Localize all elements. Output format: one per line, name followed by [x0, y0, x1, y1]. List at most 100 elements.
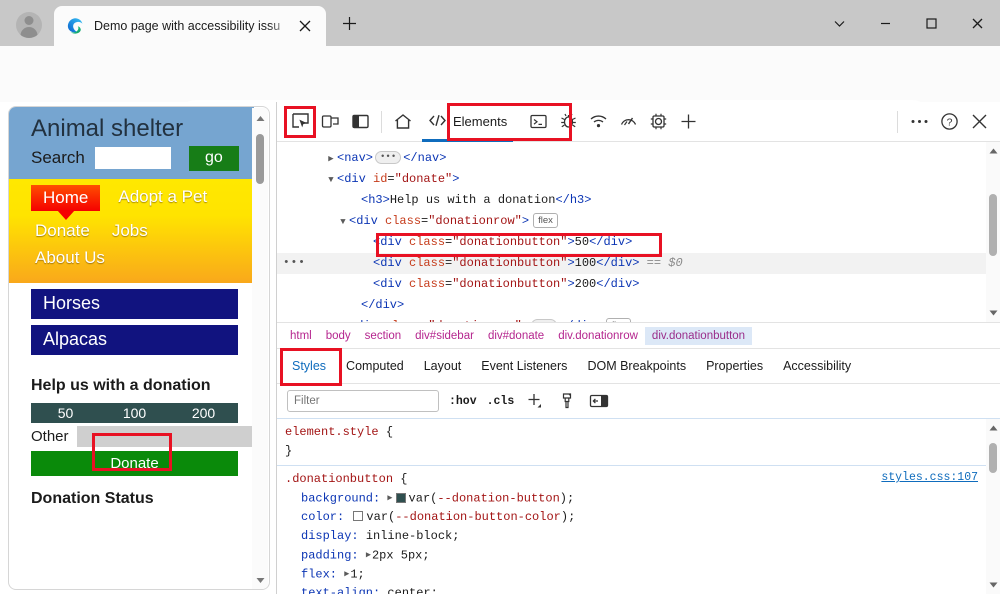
nav-link-adopt-a-pet[interactable]: Adopt a Pet	[114, 185, 211, 209]
breadcrumb-item-html[interactable]: html	[283, 327, 319, 345]
css-declaration[interactable]: display: inline-block;	[285, 527, 1000, 546]
console-panel-button[interactable]	[523, 107, 553, 137]
css-property-name[interactable]: display:	[301, 529, 366, 543]
tab-actions-menu-button[interactable]	[816, 0, 862, 46]
dom-tree-scrollbar[interactable]	[986, 142, 1000, 322]
css-property-value[interactable]: center;	[387, 586, 437, 594]
page-scrollbar[interactable]	[252, 108, 268, 589]
device-emulation-button[interactable]	[315, 107, 345, 137]
sidebar-tab-event-listeners[interactable]: Event Listeners	[472, 354, 576, 378]
rule-selector[interactable]: .donationbutton	[285, 472, 393, 486]
sidebar-tab-computed[interactable]: Computed	[337, 354, 413, 378]
scroll-up-arrow-icon[interactable]	[986, 421, 1000, 435]
expand-ellipsis-badge[interactable]: •••	[531, 319, 558, 322]
tab-elements[interactable]: Elements	[418, 106, 517, 142]
dom-node-row[interactable]: ▼ <div id="donate">	[277, 169, 1000, 190]
breadcrumb-item-div-donationrow[interactable]: div.donationrow	[551, 327, 645, 345]
devtools-more-button[interactable]	[904, 107, 934, 137]
scrollbar-thumb[interactable]	[256, 134, 264, 184]
styles-scrollbar[interactable]	[986, 419, 1000, 594]
dom-node-row[interactable]: ▼ <div class="donationrow"> flex	[277, 211, 1000, 232]
rule-selector-line[interactable]: element.style {	[285, 423, 1000, 442]
nav-link-home[interactable]: Home	[31, 184, 101, 211]
search-input[interactable]	[94, 147, 171, 170]
more-tools-button[interactable]	[673, 107, 703, 137]
sidebar-tab-dom-breakpoints[interactable]: DOM Breakpoints	[578, 354, 695, 378]
css-declaration[interactable]: flex: ▶1;	[285, 565, 1000, 584]
nav-link-jobs[interactable]: Jobs	[108, 219, 152, 243]
stylesheet-source-link[interactable]: styles.css:107	[881, 471, 978, 484]
devtools-help-button[interactable]: ?	[934, 107, 964, 137]
welcome-home-button[interactable]	[388, 107, 418, 137]
css-property-value[interactable]: 1;	[350, 568, 364, 582]
devtools-close-button[interactable]	[964, 107, 994, 137]
maximize-button[interactable]	[908, 0, 954, 46]
css-declaration[interactable]: color: var(--donation-button-color);	[285, 508, 1000, 527]
performance-panel-button[interactable]	[613, 107, 643, 137]
donate-submit-button[interactable]: Donate	[31, 450, 238, 476]
sidebar-tab-styles[interactable]: Styles	[283, 354, 335, 378]
category-alpacas[interactable]: Alpacas	[31, 324, 238, 355]
dom-node-row[interactable]: ••• <div class="donationbutton">100</div>…	[277, 253, 1000, 274]
network-panel-button[interactable]	[583, 107, 613, 137]
css-property-value[interactable]: inline-block;	[366, 529, 460, 543]
close-icon[interactable]	[292, 13, 318, 39]
dom-node-row[interactable]: ▶ <nav> ••• </nav>	[277, 148, 1000, 169]
breadcrumb-item-section[interactable]: section	[358, 327, 408, 345]
sidebar-tab-layout[interactable]: Layout	[415, 354, 471, 378]
sources-panel-button[interactable]	[553, 107, 583, 137]
scroll-down-arrow-icon[interactable]	[986, 578, 1000, 592]
sidebar-tab-accessibility[interactable]: Accessibility	[774, 354, 860, 378]
css-property-value[interactable]: 2px 5px;	[372, 549, 430, 563]
dom-node-row[interactable]: ▶<div class="donationrow">•••</div>flex	[277, 316, 1000, 322]
donation-button-200[interactable]: 200	[169, 402, 238, 423]
profile-button[interactable]	[6, 4, 52, 46]
css-property-name[interactable]: padding:	[301, 549, 366, 563]
scroll-up-arrow-icon[interactable]	[252, 110, 268, 126]
browser-tab[interactable]: Demo page with accessibility issu	[54, 6, 326, 46]
go-button[interactable]: go	[188, 145, 239, 171]
copy-styles-button[interactable]	[556, 390, 578, 412]
css-property-name[interactable]: background:	[301, 492, 387, 506]
cls-button[interactable]: .cls	[487, 395, 515, 408]
dom-node-row[interactable]: <div class="donationbutton">200</div>	[277, 274, 1000, 295]
css-property-name[interactable]: color:	[301, 510, 351, 524]
chevron-right-icon[interactable]: ▶	[325, 149, 337, 170]
expand-value-icon[interactable]: ▶	[387, 489, 392, 508]
chevron-right-icon[interactable]: ▶	[337, 317, 349, 322]
css-declaration[interactable]: text-align: center;	[285, 584, 1000, 594]
color-swatch[interactable]	[395, 492, 406, 503]
css-property-value[interactable]: var(--donation-button);	[409, 492, 575, 506]
dom-node-row[interactable]: <h3>Help us with a donation</h3>	[277, 190, 1000, 211]
dom-node-row[interactable]: </div>	[277, 295, 1000, 316]
inspect-element-button[interactable]	[285, 107, 315, 137]
sidebar-tab-properties[interactable]: Properties	[697, 354, 772, 378]
donation-button-100[interactable]: 100	[100, 402, 169, 423]
dock-side-button[interactable]	[345, 107, 375, 137]
css-property-name[interactable]: text-align:	[301, 586, 387, 594]
chevron-down-icon[interactable]: ▼	[325, 170, 337, 191]
scroll-down-arrow-icon[interactable]	[252, 572, 268, 588]
breadcrumb-item-body[interactable]: body	[319, 327, 358, 345]
scroll-down-arrow-icon[interactable]	[986, 306, 1000, 320]
category-horses[interactable]: Horses	[31, 288, 238, 319]
minimize-button[interactable]	[862, 0, 908, 46]
new-tab-button[interactable]	[334, 11, 364, 41]
dom-tree[interactable]: ▶ <nav> ••• </nav> ▼ <div id="donate"> <h3>Hel…	[277, 142, 1000, 322]
close-window-button[interactable]	[954, 0, 1000, 46]
nav-link-about-us[interactable]: About Us	[31, 246, 109, 270]
nav-link-donate[interactable]: Donate	[31, 219, 94, 243]
rule-selector[interactable]: element.style	[285, 425, 379, 439]
expand-value-icon[interactable]: ▶	[344, 565, 349, 584]
styles-content[interactable]: element.style {} styles.css:107 .donationb…	[277, 418, 1000, 594]
expand-ellipsis-badge[interactable]: •••	[375, 151, 402, 165]
breadcrumb-item-div-sidebar[interactable]: div#sidebar	[408, 327, 481, 345]
css-property-value[interactable]: var(--donation-button-color);	[366, 510, 575, 524]
new-style-rule-button[interactable]	[524, 390, 546, 412]
scrollbar-thumb[interactable]	[989, 194, 997, 256]
css-declaration[interactable]: background: ▶ var(--donation-button);	[285, 489, 1000, 508]
breadcrumb-item-div-donationbutton[interactable]: div.donationbutton	[644, 326, 753, 345]
color-swatch[interactable]	[353, 510, 364, 521]
other-amount-input[interactable]	[76, 425, 254, 447]
breadcrumb-item-div-donate[interactable]: div#donate	[481, 327, 551, 345]
